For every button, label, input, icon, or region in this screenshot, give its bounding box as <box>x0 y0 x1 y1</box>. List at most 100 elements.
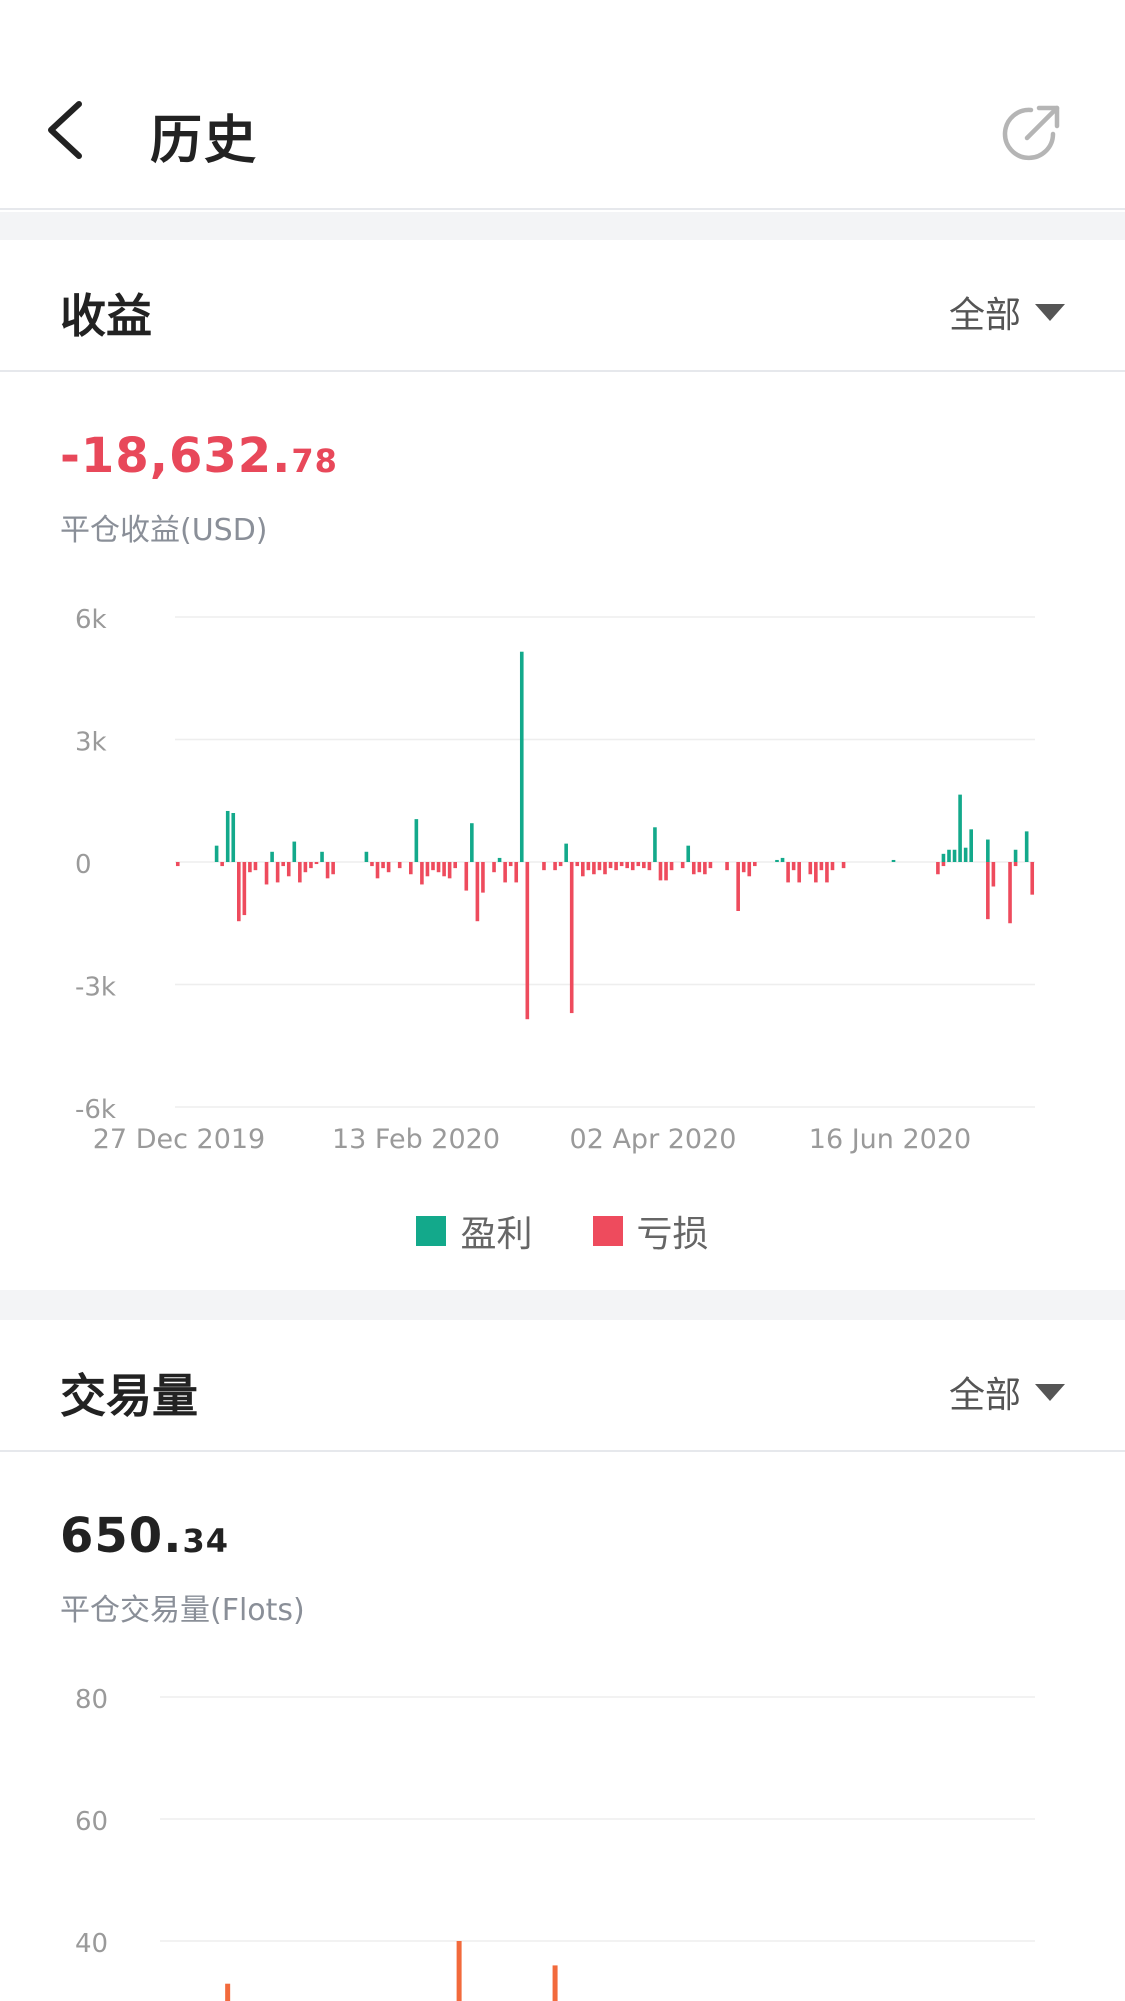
loss-bar <box>586 862 591 871</box>
loss-bar <box>409 862 413 875</box>
profit-bar <box>225 810 230 862</box>
legend-item-loss: 亏损 <box>592 1205 709 1257</box>
share-button[interactable] <box>1001 100 1065 164</box>
loss-bar <box>736 862 740 911</box>
loss-bar <box>819 862 824 871</box>
loss-bar <box>608 862 613 869</box>
loss-bar <box>1030 862 1035 895</box>
loss-bar <box>703 862 707 875</box>
profit-value-decimal: 78 <box>291 442 338 480</box>
profit-bar <box>958 794 962 862</box>
loss-bar <box>453 862 457 869</box>
history-page: 历史 收益 全部 -18,632.78 平仓收益(USD) 6k 3k 0 -3k -6… <box>0 0 1125 2001</box>
loss-bar <box>298 862 302 883</box>
loss-bar <box>603 862 607 875</box>
volume-section-header: 交易量 全部 <box>0 1320 1125 1452</box>
loss-bar <box>592 862 596 875</box>
volume-bar <box>225 1983 231 2001</box>
loss-bar <box>708 862 713 869</box>
profit-bar <box>231 813 236 862</box>
loss-bar <box>514 862 519 883</box>
profit-bar <box>941 853 946 862</box>
loss-bar <box>464 862 469 891</box>
profit-bar <box>364 851 369 862</box>
profit-bar <box>780 857 785 862</box>
section-gap <box>0 1290 1125 1320</box>
profit-bar <box>270 851 274 862</box>
loss-bar <box>237 862 241 922</box>
profit-section-title: 收益 <box>60 289 152 343</box>
profit-bar <box>963 847 968 862</box>
loss-bar <box>253 862 258 871</box>
loss-bar <box>581 862 585 877</box>
volume-filter-label: 全部 <box>948 1375 1021 1416</box>
loss-bar <box>325 862 330 879</box>
loss-bar <box>1008 862 1012 924</box>
volume-filter-dropdown[interactable]: 全部 <box>949 1366 1065 1418</box>
profit-section-header: 收益 全部 <box>0 240 1125 372</box>
loss-bar <box>647 862 652 871</box>
volume-sub-label: 平仓交易量(Flots) <box>60 1593 305 1628</box>
volume-section-title: 交易量 <box>60 1369 198 1423</box>
app-header: 历史 <box>0 0 1125 210</box>
page-title: 历史 <box>150 111 259 171</box>
loss-bar <box>386 862 391 873</box>
caret-down-icon <box>1035 1383 1065 1401</box>
loss-bar <box>314 862 319 865</box>
loss-bar <box>397 862 402 869</box>
profit-bar <box>292 841 297 862</box>
loss-bar <box>786 862 790 883</box>
profit-bar <box>775 859 779 862</box>
loss-bar <box>625 862 629 869</box>
profit-bar <box>519 651 524 862</box>
loss-bar <box>492 862 496 873</box>
x-tick-label: 27 Dec 2019 <box>93 1124 265 1155</box>
y-tick-label: 40 <box>75 1929 108 1959</box>
loss-bar <box>597 862 602 871</box>
loss-bar <box>431 862 435 871</box>
profit-bar <box>952 849 957 862</box>
loss-bar <box>941 862 946 867</box>
loss-bar <box>508 862 513 867</box>
loss-bar <box>309 862 313 869</box>
back-button[interactable] <box>30 90 100 170</box>
volume-value-main: 650. <box>60 1508 183 1564</box>
profit-bar <box>891 859 896 862</box>
loss-bar <box>619 862 624 867</box>
legend-label-loss: 亏损 <box>636 1214 709 1255</box>
profit-bar <box>1024 831 1029 862</box>
profit-bar <box>653 827 657 862</box>
legend-label-profit: 盈利 <box>460 1214 533 1255</box>
loss-bar <box>331 862 335 875</box>
y-tick-label: 80 <box>75 1685 108 1715</box>
loss-bar <box>447 862 452 879</box>
loss-bar <box>425 862 430 877</box>
y-tick-label: 6k <box>75 605 107 635</box>
y-tick-label: -6k <box>75 1095 116 1125</box>
loss-bar <box>697 862 702 873</box>
profit-bar <box>214 845 219 862</box>
profit-bar <box>497 857 502 862</box>
caret-down-icon <box>1035 303 1065 321</box>
legend-swatch-profit <box>416 1216 447 1246</box>
loss-bar <box>841 862 846 869</box>
loss-bar <box>741 862 746 873</box>
loss-bar <box>525 862 530 1020</box>
legend-swatch-loss <box>592 1216 623 1246</box>
loss-bar <box>725 862 729 871</box>
loss-bar <box>558 862 563 867</box>
loss-bar <box>248 862 252 873</box>
profit-bar <box>986 839 990 862</box>
loss-bar <box>481 862 485 893</box>
volume-bar <box>456 1941 462 2001</box>
loss-bar <box>370 862 374 867</box>
loss-bar <box>503 862 507 883</box>
profit-bar <box>686 845 691 862</box>
loss-bar <box>808 862 813 875</box>
profit-filter-dropdown[interactable]: 全部 <box>949 286 1065 338</box>
profit-bar <box>470 823 474 862</box>
profit-sub-label: 平仓收益(USD) <box>60 513 268 548</box>
profit-filter-label: 全部 <box>948 295 1021 336</box>
loss-bar <box>286 862 291 877</box>
loss-bar <box>614 862 618 871</box>
